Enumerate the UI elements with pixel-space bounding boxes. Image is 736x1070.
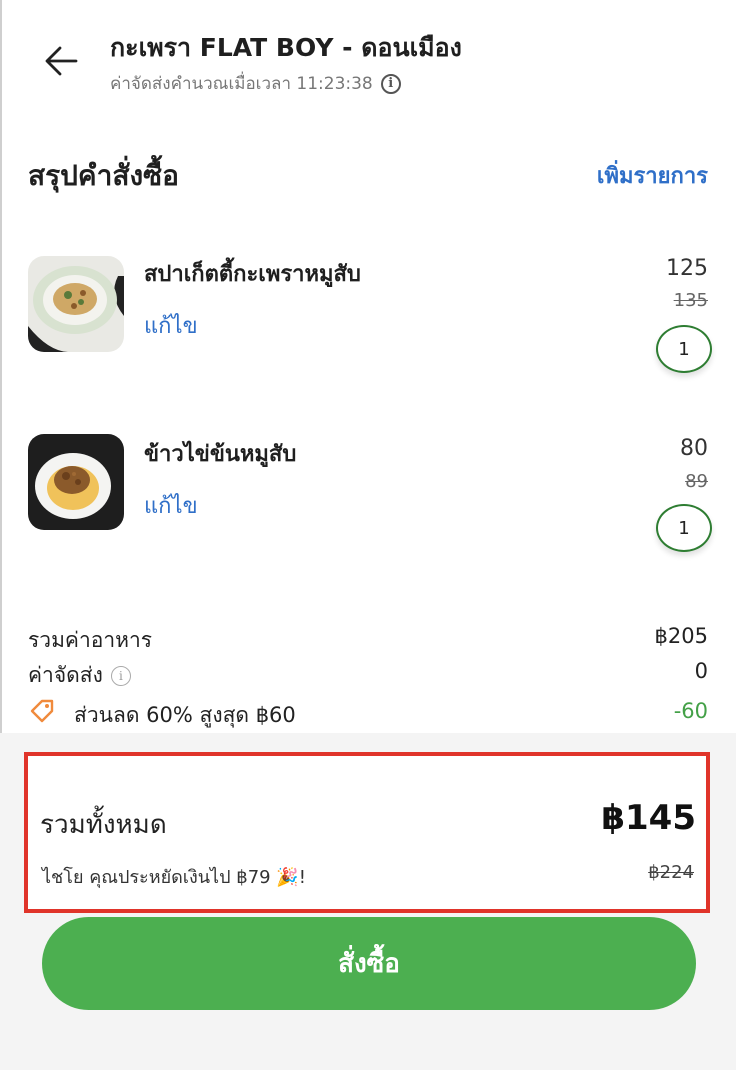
savings-message: ไชโย คุณประหยัดเงินไป ฿79 🎉! bbox=[42, 867, 306, 888]
discount-label: ส่วนลด 60% สูงสุด ฿60 bbox=[74, 703, 296, 727]
add-items-link[interactable]: เพิ่มรายการ bbox=[597, 158, 708, 193]
item-original-price: 135 bbox=[673, 290, 708, 311]
spaghetti-dish-image bbox=[28, 256, 124, 352]
delivery-fee-label: ค่าจัดส่ง bbox=[28, 663, 103, 687]
item-price: 80 bbox=[680, 436, 708, 461]
quantity-button[interactable]: 1 bbox=[656, 504, 712, 552]
original-total: ฿224 bbox=[648, 862, 694, 883]
delivery-calc-time: ค่าจัดส่งคำนวณเมื่อเวลา 11:23:38 i bbox=[110, 70, 401, 97]
quantity-button[interactable]: 1 bbox=[656, 325, 712, 373]
item-thumbnail bbox=[28, 256, 124, 352]
arrow-left-icon bbox=[45, 46, 78, 76]
order-summary-title: สรุปคำสั่งซื้อ bbox=[28, 159, 179, 192]
place-order-button[interactable]: สั่งซื้อ bbox=[42, 917, 696, 1010]
omelette-rice-dish-image bbox=[28, 434, 124, 530]
back-button[interactable] bbox=[40, 40, 84, 84]
edit-item-link[interactable]: แก้ไข bbox=[144, 488, 198, 523]
item-name: สปาเก็ตตี้กะเพราหมูสับ bbox=[144, 262, 361, 287]
edit-item-link[interactable]: แก้ไข bbox=[144, 308, 198, 343]
grand-total-label: รวมทั้งหมด bbox=[40, 810, 167, 840]
info-icon[interactable]: i bbox=[110, 666, 131, 686]
food-total-value: ฿205 bbox=[654, 624, 708, 648]
tag-icon bbox=[28, 697, 56, 729]
item-original-price: 89 bbox=[685, 471, 708, 492]
food-total-label: รวมค่าอาหาร bbox=[28, 628, 153, 652]
delivery-calc-text: ค่าจัดส่งคำนวณเมื่อเวลา 11:23:38 bbox=[110, 74, 373, 94]
delivery-fee-row: ค่าจัดส่ง i bbox=[28, 659, 131, 692]
item-price: 125 bbox=[666, 256, 708, 281]
info-icon[interactable]: i bbox=[380, 73, 401, 94]
restaurant-title: กะเพรา FLAT BOY - ดอนเมือง bbox=[110, 33, 462, 62]
item-thumbnail bbox=[28, 434, 124, 530]
grand-total-amount: ฿145 bbox=[601, 798, 696, 838]
item-name: ข้าวไข่ข้นหมูสับ bbox=[144, 442, 297, 467]
delivery-fee-value: 0 bbox=[694, 659, 708, 683]
discount-value: -60 bbox=[673, 699, 708, 723]
